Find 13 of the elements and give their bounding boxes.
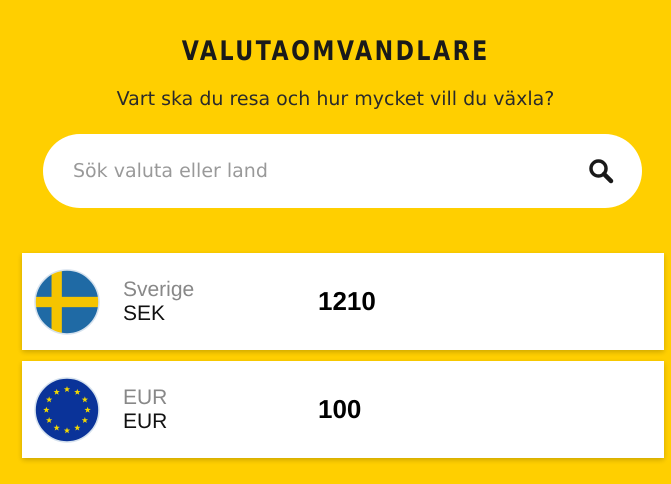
amount-value[interactable]: 100 (318, 394, 362, 425)
search-icon[interactable] (588, 158, 614, 184)
currency-card[interactable]: Sverige SEK 1210 (22, 253, 664, 350)
subtitle: Vart ska du resa och hur mycket vill du växla? (116, 87, 554, 112)
currency-code: SEK (123, 302, 166, 326)
country-name: EUR (123, 386, 168, 410)
flag-icon (34, 376, 100, 442)
currency-card[interactable]: EUR EUR 100 (22, 361, 664, 458)
search-field[interactable]: Sök valuta eller land (43, 134, 642, 208)
country-name: Sverige (123, 278, 196, 302)
currency-code: EUR (123, 410, 168, 434)
page-title: VALUTAOMVANDLARE (182, 35, 490, 69)
amount-value[interactable]: 1210 (318, 286, 376, 317)
